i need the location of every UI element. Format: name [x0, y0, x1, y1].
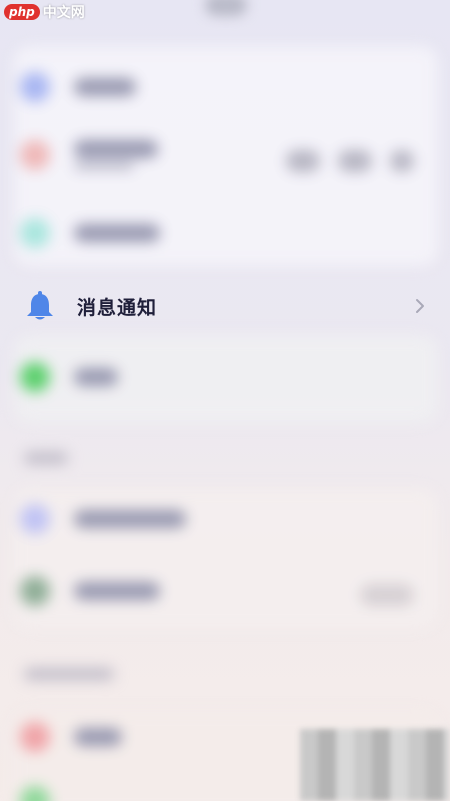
blurred-row — [20, 576, 160, 606]
blurred-row — [20, 722, 122, 752]
blurred-background — [0, 0, 450, 801]
bell-icon — [24, 290, 56, 322]
blurred-chip — [338, 150, 372, 172]
blurred-section-header — [24, 452, 68, 464]
blurred-row — [20, 786, 50, 801]
blurred-chip — [360, 584, 414, 606]
notification-settings-label: 消息通知 — [77, 296, 158, 319]
blurred-row — [20, 504, 186, 534]
blurred-row — [20, 140, 158, 170]
notification-settings-row[interactable]: 消息通知 — [14, 271, 438, 341]
blurred-chip — [390, 150, 414, 172]
blurred-row — [20, 72, 136, 102]
watermark-badge: php — [4, 4, 40, 20]
blurred-chip — [286, 150, 320, 172]
blurred-row — [20, 362, 118, 392]
watermark-logo: php 中文网 — [4, 2, 85, 22]
blurred-row — [20, 218, 160, 248]
pixelated-overlay — [300, 729, 450, 801]
chevron-right-icon — [412, 298, 428, 314]
blurred-section-header — [24, 668, 114, 680]
watermark-text: 中文网 — [42, 5, 85, 21]
